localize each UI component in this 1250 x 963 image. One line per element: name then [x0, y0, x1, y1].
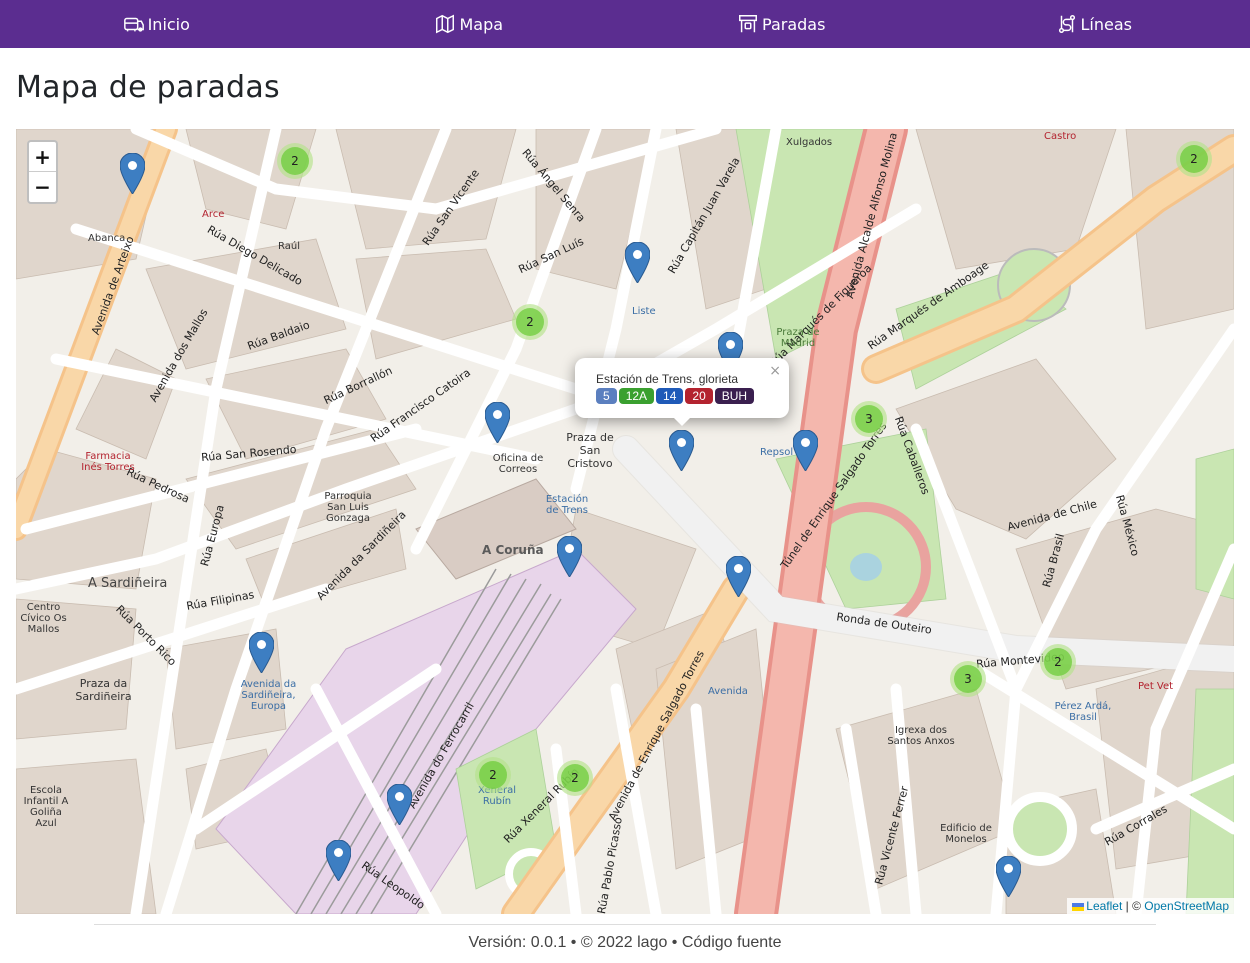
- map-pin-icon: [995, 855, 1022, 898]
- nav-item-inicio[interactable]: Inicio: [0, 0, 313, 48]
- marker-cluster[interactable]: 3: [950, 661, 986, 697]
- map-label: Liste: [632, 306, 656, 317]
- map-label: Avenida: [708, 686, 748, 697]
- marker-cluster[interactable]: 2: [1176, 141, 1212, 177]
- bus-stop-marker[interactable]: [325, 839, 352, 882]
- bus-stop-marker[interactable]: [119, 152, 146, 195]
- cluster-count: 2: [1180, 145, 1208, 173]
- zoom-out-button[interactable]: −: [29, 172, 56, 202]
- map-label: Parroquia San Luis Gonzaga: [324, 491, 372, 524]
- map-label: Arce: [202, 209, 225, 220]
- map-label: Raúl: [278, 241, 300, 252]
- bus-stop-marker[interactable]: [556, 535, 583, 578]
- map-label: Praza da Sardiñeira: [75, 677, 132, 703]
- bus-stop-marker[interactable]: [624, 241, 651, 284]
- marker-cluster[interactable]: 2: [475, 757, 511, 793]
- nav-label-inicio: Inicio: [147, 14, 190, 34]
- line-badge[interactable]: 14: [656, 388, 684, 404]
- marker-cluster[interactable]: 2: [512, 304, 548, 340]
- cluster-count: 2: [516, 308, 544, 336]
- line-badge[interactable]: 5: [596, 388, 617, 404]
- marker-cluster[interactable]: 2: [277, 143, 313, 179]
- map-label: Pet Vet: [1138, 681, 1174, 692]
- map-icon: [436, 14, 455, 34]
- stop-popup: × Estación de Trens, glorieta 5 12A 14 2…: [575, 358, 789, 426]
- cluster-count: 2: [1044, 648, 1072, 676]
- attribution-separator: | ©: [1122, 899, 1145, 913]
- map-label: A Sardiñeira: [88, 576, 168, 591]
- bus-stop-marker[interactable]: [725, 555, 752, 598]
- map-label: Praza de San Cristovo: [566, 431, 614, 470]
- map-label: Farmacia Inés Torres: [81, 451, 135, 473]
- map-label: Abanca: [88, 233, 126, 244]
- popup-close-button[interactable]: ×: [769, 363, 781, 379]
- map-label: Avenida da Sardiñeira, Europa: [240, 679, 297, 712]
- cluster-count: 3: [855, 405, 883, 433]
- nav-item-mapa[interactable]: Mapa: [313, 0, 626, 48]
- bus-stop-marker[interactable]: [484, 401, 511, 444]
- cluster-count: 2: [281, 147, 309, 175]
- bus-stop-marker[interactable]: [995, 855, 1022, 898]
- map-pin-icon: [725, 555, 752, 598]
- nav-item-lineas[interactable]: Líneas: [938, 0, 1250, 48]
- nav-item-paradas[interactable]: Paradas: [625, 0, 938, 48]
- map-pin-icon: [325, 839, 352, 882]
- map-label: Escola Infantil A Goliña Azul: [23, 785, 69, 829]
- marker-cluster[interactable]: 2: [1040, 644, 1076, 680]
- map-label: Oficina de Correos: [492, 453, 544, 475]
- bus-stop-marker[interactable]: [386, 783, 413, 826]
- bus-stop-marker[interactable]: [248, 631, 275, 674]
- nav-label-lineas: Líneas: [1080, 14, 1132, 34]
- popup-stop-name: Estación de Trens, glorieta: [596, 372, 739, 386]
- cluster-count: 3: [954, 665, 982, 693]
- marker-cluster[interactable]: 2: [557, 760, 593, 796]
- map-pin-icon: [624, 241, 651, 284]
- map-label: Praza de Madrid: [776, 327, 820, 349]
- osm-link[interactable]: OpenStreetMap: [1144, 899, 1229, 913]
- map-label: Estación de Trens: [545, 494, 589, 516]
- line-badge[interactable]: 12A: [618, 388, 655, 404]
- map-pin-icon: [119, 152, 146, 195]
- zoom-in-button[interactable]: +: [29, 142, 56, 172]
- map-attribution: Leaflet | © OpenStreetMap: [1067, 898, 1234, 914]
- stops-map[interactable]: Rúa San Vicente Rúa Ángel Senra Rúa San …: [16, 129, 1234, 914]
- page-title: Mapa de paradas: [16, 70, 280, 105]
- map-label: A Coruña: [482, 543, 544, 557]
- nav-label-mapa: Mapa: [459, 14, 504, 34]
- map-pin-icon: [556, 535, 583, 578]
- map-label: Centro Cívico Os Mallos: [20, 602, 67, 635]
- bus-stop-marker[interactable]: [668, 429, 695, 472]
- map-label: Xulgados: [786, 137, 833, 148]
- cluster-count: 2: [479, 761, 507, 789]
- popup-tip: [672, 416, 692, 426]
- route-icon: [1058, 15, 1075, 33]
- footer-divider: [94, 924, 1156, 925]
- leaflet-link[interactable]: Leaflet: [1086, 899, 1122, 913]
- navbar: Inicio Mapa Paradas Líneas: [0, 0, 1250, 48]
- line-badge[interactable]: BUH: [714, 388, 755, 404]
- nav-label-paradas: Paradas: [762, 14, 826, 34]
- line-badge[interactable]: 20: [685, 388, 713, 404]
- zoom-control: + −: [27, 140, 58, 204]
- map-label: Repsol: [760, 447, 794, 458]
- map-label: Edificio de Monelos: [940, 823, 992, 845]
- bus-home-icon: [123, 17, 144, 32]
- map-pin-icon: [668, 429, 695, 472]
- map-label: Igrexa dos Santos Anxos: [887, 725, 955, 747]
- cluster-count: 2: [561, 764, 589, 792]
- map-pin-icon: [248, 631, 275, 674]
- ukraine-flag-icon: [1072, 902, 1085, 911]
- footer-text: Versión: 0.0.1 • © 2022 lago • Código fu…: [468, 934, 782, 951]
- bus-stop-marker[interactable]: [792, 429, 819, 472]
- map-pin-icon: [484, 401, 511, 444]
- popup-lines: 5 12A 14 20 BUH: [596, 388, 789, 404]
- map-pin-icon: [386, 783, 413, 826]
- map-label: Pérez Ardá, Brasil: [1054, 701, 1112, 723]
- map-pin-icon: [792, 429, 819, 472]
- marker-cluster[interactable]: 3: [851, 401, 887, 437]
- bus-stop-icon: [739, 15, 758, 33]
- map-label: Castro: [1044, 131, 1077, 142]
